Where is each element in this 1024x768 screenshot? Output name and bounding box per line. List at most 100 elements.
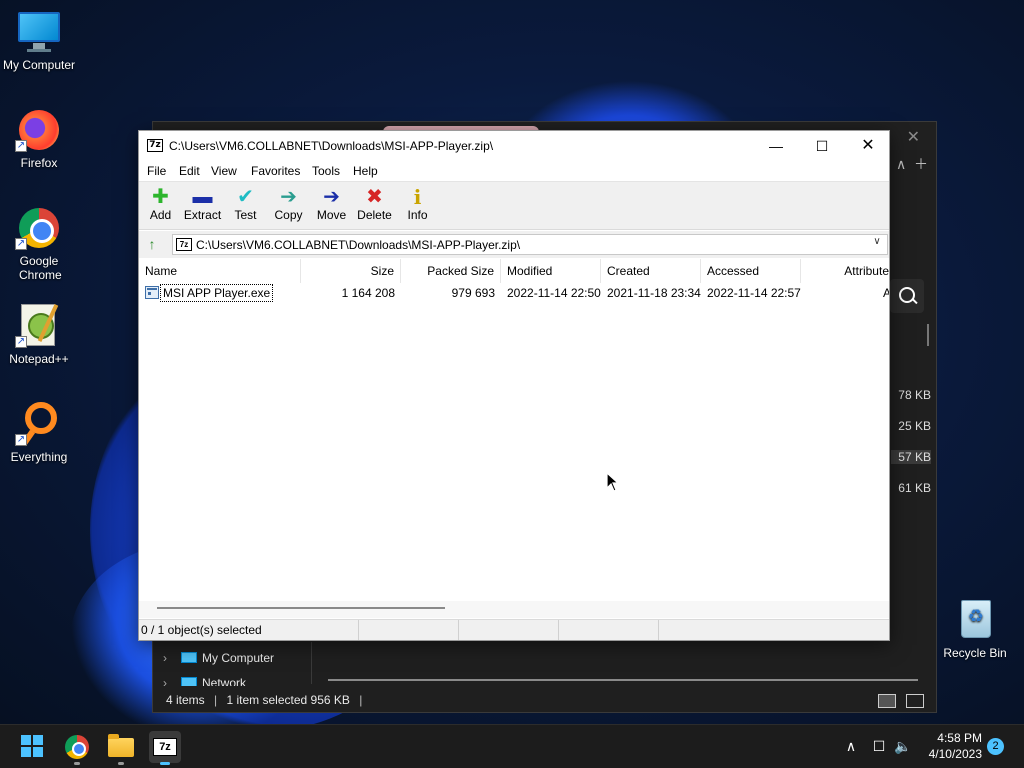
desktop-icon-google-chrome[interactable]: ↗ Google Chrome <box>0 204 78 282</box>
menu-favorites[interactable]: Favorites <box>251 164 300 178</box>
file-size-cell: 25 KB <box>898 419 931 433</box>
start-button[interactable] <box>21 735 43 757</box>
menu-edit[interactable]: Edit <box>179 164 200 178</box>
running-indicator <box>74 762 80 765</box>
recycle-bin-icon <box>951 596 999 644</box>
desktop-icon-label: Everything <box>10 450 68 464</box>
desktop-icon-my-computer[interactable]: My Computer <box>0 8 78 72</box>
toolbar-label: Delete <box>357 208 392 222</box>
chrome-icon <box>65 735 89 759</box>
add-icon: ✚ <box>152 186 169 208</box>
window-title: C:\Users\VM6.COLLABNET\Downloads\MSI-APP… <box>169 139 494 153</box>
file-packed-size: 979 693 <box>451 286 495 300</box>
toolbar: ✚ Add ▬ Extract ✔ Test ➔ Copy ➔ Move ✖ D… <box>139 182 889 230</box>
file-accessed: 2022-11-14 22:57 <box>707 286 801 300</box>
nav-item-label: Network <box>202 676 247 686</box>
system-clock[interactable]: 4:58 PM 4/10/2023 <box>918 730 982 762</box>
delete-button[interactable]: ✖ Delete <box>353 186 396 228</box>
chevron-right-icon[interactable]: › <box>163 647 181 669</box>
toolbar-label: Move <box>316 208 347 222</box>
column-header-size[interactable]: Size <box>301 259 401 283</box>
close-icon[interactable]: ✕ <box>907 127 920 147</box>
status-segment <box>359 620 459 640</box>
pane-divider[interactable] <box>311 642 312 684</box>
menu-tools[interactable]: Tools <box>312 164 340 178</box>
shortcut-arrow-icon: ↗ <box>15 238 27 250</box>
notification-badge[interactable]: 2 <box>987 738 1004 755</box>
desktop-icon-everything[interactable]: ↗ Everything <box>0 400 78 464</box>
title-bar[interactable]: 7z C:\Users\VM6.COLLABNET\Downloads\MSI-… <box>139 131 889 161</box>
toolbar-label: Test <box>234 208 257 222</box>
nav-item-my-computer[interactable]: › My Computer <box>163 647 313 669</box>
mouse-cursor-icon <box>606 472 620 492</box>
column-header-attribute[interactable]: Attribute <box>801 259 889 283</box>
horizontal-scrollbar[interactable] <box>328 679 918 681</box>
table-row[interactable]: MSI APP Player.exe 1 164 208 979 693 202… <box>139 283 889 303</box>
file-modified: 2022-11-14 22:50 <box>507 286 601 300</box>
nav-item-label: My Computer <box>202 651 275 665</box>
details-view-icon[interactable] <box>878 694 896 708</box>
maximize-button[interactable]: ☐ <box>799 131 845 161</box>
file-list[interactable]: Name Size Packed Size Modified Created A… <box>139 259 889 601</box>
everything-icon: ↗ <box>15 400 63 448</box>
address-combobox[interactable]: 7z C:\Users\VM6.COLLABNET\Downloads\MSI-… <box>172 234 888 255</box>
explorer-status-bar: 4 items | 1 item selected 956 KB | <box>153 688 936 712</box>
notepadpp-icon: ↗ <box>15 302 63 350</box>
network-icon[interactable]: ☐ <box>870 737 888 755</box>
column-header-name[interactable]: Name <box>139 259 301 283</box>
search-icon[interactable] <box>890 279 924 313</box>
info-button[interactable]: i Info <box>396 186 439 228</box>
status-segment <box>459 620 559 640</box>
windows-logo-icon <box>21 735 31 745</box>
extract-button[interactable]: ▬ Extract <box>181 186 224 228</box>
minimize-button[interactable]: — <box>753 131 799 161</box>
exe-file-icon <box>145 286 159 299</box>
toolbar-label: Extract <box>183 208 222 222</box>
column-header-packed-size[interactable]: Packed Size <box>401 259 501 283</box>
clock-time: 4:58 PM <box>937 731 982 745</box>
column-header-created[interactable]: Created <box>601 259 701 283</box>
add-button[interactable]: ✚ Add <box>139 186 182 228</box>
info-icon: i <box>413 185 422 209</box>
menu-help[interactable]: Help <box>353 164 378 178</box>
column-header-modified[interactable]: Modified <box>501 259 601 283</box>
file-name[interactable]: MSI APP Player.exe <box>160 284 274 302</box>
chevron-right-icon[interactable]: › <box>163 676 181 686</box>
move-button[interactable]: ➔ Move <box>310 186 353 228</box>
taskbar-app-file-explorer[interactable] <box>105 731 137 765</box>
horizontal-scrollbar[interactable] <box>139 601 889 618</box>
taskbar-app-7zip[interactable]: 7z <box>149 731 181 765</box>
taskbar: 7z ∧ ☐ 🔈 4:58 PM 4/10/2023 2 <box>0 724 1024 768</box>
shortcut-arrow-icon: ↗ <box>15 434 27 446</box>
desktop-icon-notepadpp[interactable]: ↗ Notepad++ <box>0 302 78 366</box>
monitor-icon <box>15 8 63 56</box>
close-button[interactable]: ✕ <box>845 131 891 161</box>
scrollbar-thumb[interactable] <box>157 607 445 609</box>
file-size: 1 164 208 <box>341 286 395 300</box>
desktop-icon-firefox[interactable]: ↗ Firefox <box>0 106 78 170</box>
copy-icon: ➔ <box>280 186 297 208</box>
desktop-icon-recycle-bin[interactable]: Recycle Bin <box>936 596 1014 660</box>
menu-view[interactable]: View <box>211 164 237 178</box>
desktop-icon-label: Recycle Bin <box>943 646 1007 660</box>
scrollbar[interactable] <box>927 324 929 346</box>
chevron-up-icon[interactable]: ∧ <box>843 737 859 755</box>
taskbar-app-chrome[interactable] <box>61 731 93 765</box>
copy-button[interactable]: ➔ Copy <box>267 186 310 228</box>
folder-up-icon[interactable]: ↑ <box>144 236 160 252</box>
nav-item-network[interactable]: › Network <box>163 676 313 686</box>
file-size-cell: 78 KB <box>898 388 931 402</box>
address-path[interactable]: C:\Users\VM6.COLLABNET\Downloads\MSI-APP… <box>196 238 520 252</box>
tab-controls[interactable]: ∧ ＋ <box>896 154 928 174</box>
view-toggle <box>874 692 930 716</box>
column-header-accessed[interactable]: Accessed <box>701 259 801 283</box>
chevron-down-icon[interactable]: ∨ <box>869 236 885 247</box>
tiles-view-icon[interactable] <box>906 694 924 708</box>
status-segment <box>559 620 659 640</box>
sevenzip-logo-icon: 7z <box>147 139 163 152</box>
sevenzip-window[interactable]: 7z C:\Users\VM6.COLLABNET\Downloads\MSI-… <box>138 130 890 641</box>
test-button[interactable]: ✔ Test <box>224 186 267 228</box>
volume-icon[interactable]: 🔈 <box>893 737 913 755</box>
archive-icon: 7z <box>176 238 192 251</box>
menu-file[interactable]: File <box>147 164 166 178</box>
